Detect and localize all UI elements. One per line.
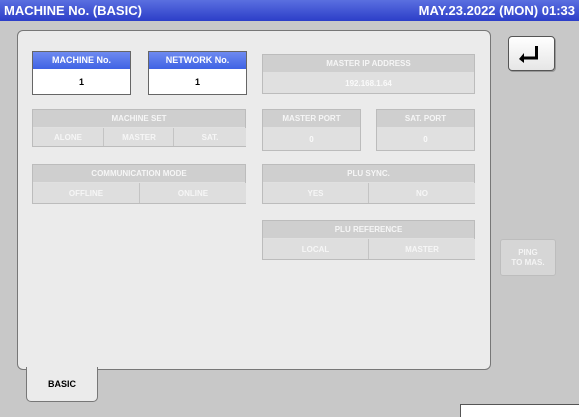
master-port-label: MASTER PORT — [263, 110, 360, 127]
comm-mode-group: COMMUNICATION MODE OFFLINE ONLINE — [32, 164, 246, 204]
master-ip-field: MASTER IP ADDRESS 192.168.1.64 — [262, 54, 475, 94]
comm-mode-online: ONLINE — [139, 183, 246, 203]
plu-reference-group: PLU REFERENCE LOCAL MASTER — [262, 220, 475, 260]
machine-no-field[interactable]: MACHINE No. 1 — [32, 51, 131, 95]
sat-port-value: 0 — [423, 134, 428, 144]
plu-reference-label: PLU REFERENCE — [263, 221, 474, 238]
machine-set-sat: SAT. — [173, 128, 246, 146]
plu-sync-label: PLU SYNC. — [263, 165, 474, 182]
basic-panel: MACHINE No. 1 NETWORK No. 1 MASTER IP AD… — [17, 30, 491, 370]
network-no-field[interactable]: NETWORK No. 1 — [148, 51, 247, 95]
comm-mode-label: COMMUNICATION MODE — [33, 165, 245, 182]
comm-mode-offline: OFFLINE — [33, 183, 139, 203]
ping-to-master-button: PING TO MAS. — [500, 239, 556, 276]
page-title: MACHINE No. (BASIC) — [4, 3, 142, 18]
machine-set-group: MACHINE SET ALONE MASTER SAT. — [32, 109, 246, 147]
machine-set-label: MACHINE SET — [33, 110, 245, 127]
return-arrow-icon — [519, 46, 538, 63]
ping-label: PING TO MAS. — [511, 247, 545, 267]
back-button[interactable] — [508, 36, 555, 71]
plu-reference-master: MASTER — [368, 239, 475, 259]
sat-port-label: SAT. PORT — [377, 110, 474, 127]
title-bar: MACHINE No. (BASIC) MAY.23.2022 (MON) 01… — [0, 0, 579, 21]
master-port-value: 0 — [309, 134, 314, 144]
network-no-label: NETWORK No. — [149, 52, 246, 69]
machine-set-alone: ALONE — [33, 128, 103, 146]
plu-sync-group: PLU SYNC. YES NO — [262, 164, 475, 204]
corner-box — [460, 404, 579, 417]
date-time: MAY.23.2022 (MON) 01:33 — [418, 3, 575, 18]
sat-port-field: SAT. PORT 0 — [376, 109, 475, 151]
machine-set-master: MASTER — [103, 128, 174, 146]
plu-sync-yes: YES — [263, 183, 368, 203]
tab-basic[interactable]: BASIC — [26, 367, 98, 402]
master-ip-label: MASTER IP ADDRESS — [263, 55, 474, 72]
machine-no-value: 1 — [78, 77, 84, 87]
machine-no-label: MACHINE No. — [33, 52, 130, 69]
plu-reference-local: LOCAL — [263, 239, 368, 259]
plu-sync-no: NO — [368, 183, 475, 203]
network-no-value: 1 — [194, 77, 200, 87]
master-port-field: MASTER PORT 0 — [262, 109, 361, 151]
master-ip-value: 192.168.1.64 — [345, 78, 392, 88]
